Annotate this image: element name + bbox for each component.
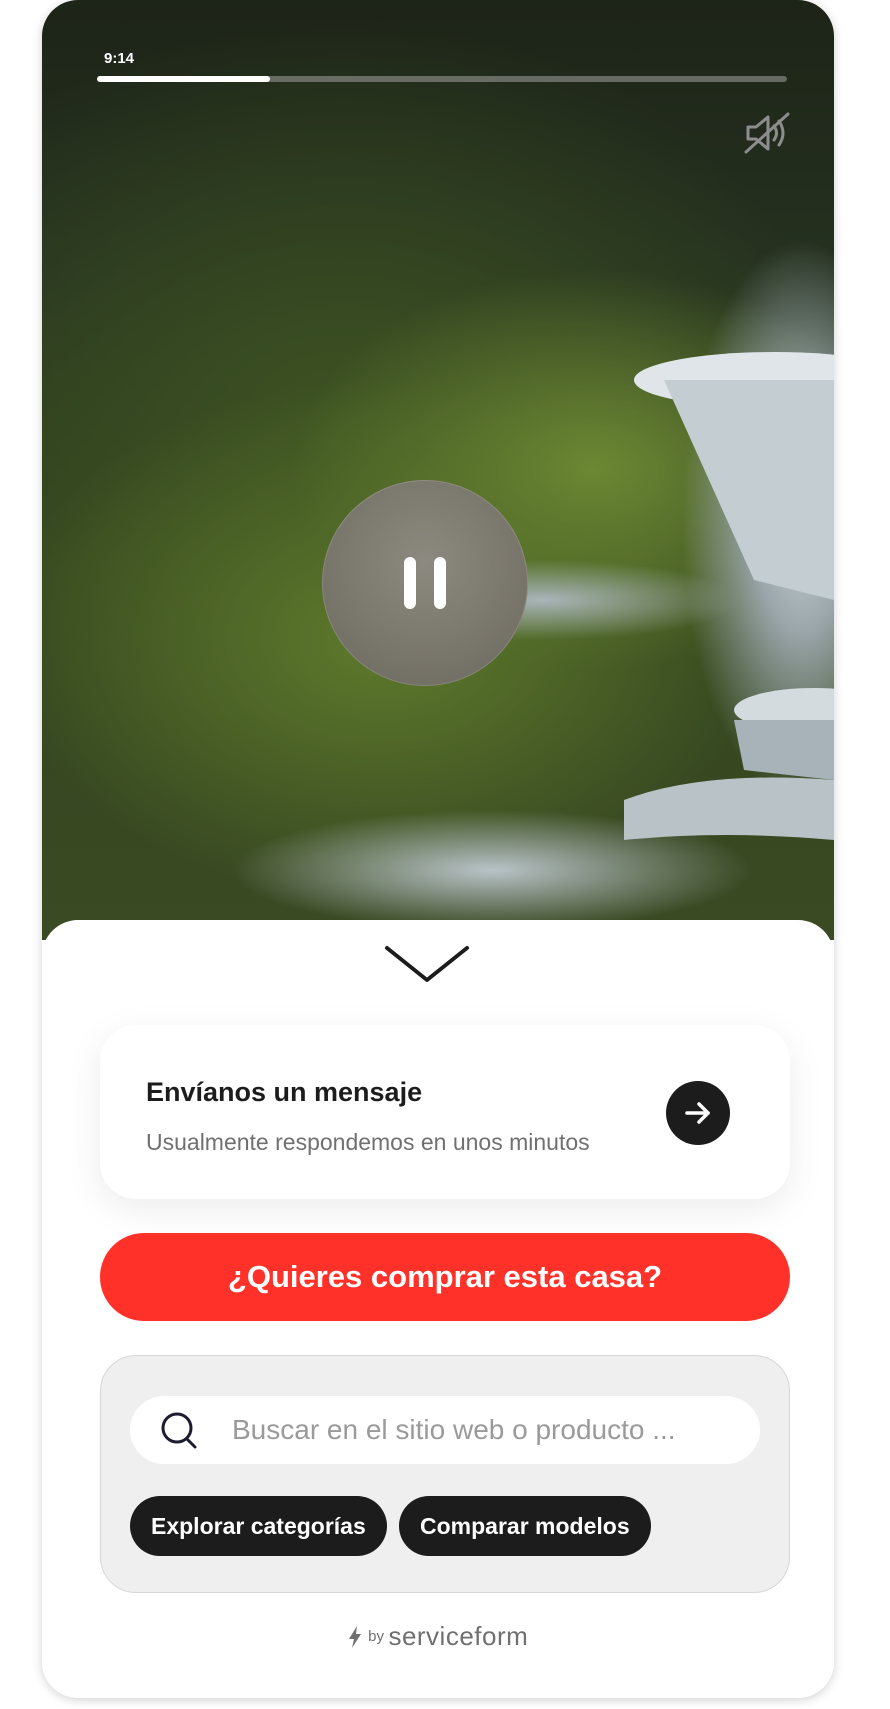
pause-icon-bar (434, 557, 446, 609)
pause-button[interactable] (322, 480, 528, 686)
message-card-subtitle: Usualmente respondemos en unos minutos (146, 1129, 590, 1155)
bolt-icon (348, 1625, 361, 1648)
chevron-down-icon (385, 946, 469, 982)
collapse-button[interactable] (383, 942, 471, 986)
buy-house-button[interactable]: ¿Quieres comprar esta casa? (100, 1233, 790, 1321)
search-panel: Explorar categorías Comparar modelos (100, 1355, 790, 1593)
arrow-right-icon (685, 1102, 710, 1124)
video-frame-structure (624, 352, 834, 840)
speaker-muted-icon (744, 112, 790, 154)
powered-by-label: by (368, 1628, 384, 1645)
brand-name: serviceform (388, 1621, 529, 1651)
search-input[interactable] (232, 1396, 742, 1464)
compare-models-chip[interactable]: Comparar modelos (399, 1496, 651, 1556)
send-message-button[interactable] (666, 1081, 730, 1145)
search-box[interactable] (130, 1396, 760, 1464)
explore-categories-chip[interactable]: Explorar categorías (130, 1496, 387, 1556)
search-icon (161, 1412, 197, 1449)
pause-icon (404, 557, 416, 609)
video-timestamp: 9:14 (104, 50, 135, 67)
message-card-title: Envíanos un mensaje (146, 1077, 423, 1107)
bottom-sheet: Envíanos un mensaje Usualmente respondem… (42, 920, 834, 1698)
send-message-card[interactable]: Envíanos un mensaje Usualmente respondem… (100, 1025, 790, 1199)
video-progress-fill (97, 76, 270, 82)
powered-by-link[interactable]: by serviceform (42, 1621, 834, 1652)
video-widget: 9:14 Envíanos un mensaje Usualmente resp… (42, 0, 834, 1698)
mute-button[interactable] (742, 108, 792, 158)
video-progress-bar[interactable] (97, 76, 787, 82)
video-player[interactable]: 9:14 (42, 0, 834, 940)
